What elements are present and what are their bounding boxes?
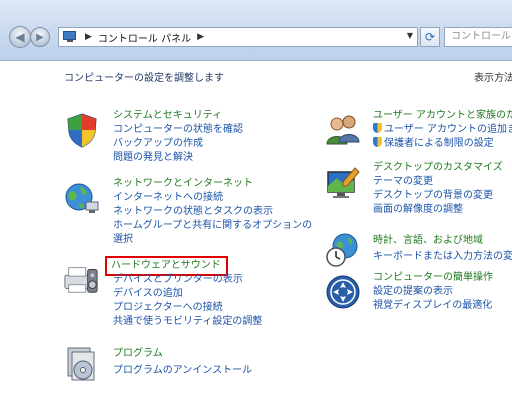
link-optimize-visual-display[interactable]: 視覚ディスプレイの最適化 — [373, 299, 493, 313]
link-suggested-settings[interactable]: 設定の提案の表示 — [373, 285, 493, 299]
monitor-customize-icon — [327, 167, 360, 198]
link-connect-projector[interactable]: プロジェクターへの接続 — [113, 301, 262, 315]
category-hardware-sound: ハードウェアとサウンド デバイスとプリンターの表示 デバイスの追加 プロジェクタ… — [105, 256, 262, 329]
forward-arrow-icon: ▶ — [36, 31, 44, 43]
link-find-fix-problems[interactable]: 問題の発見と解決 — [113, 151, 243, 165]
link-check-computer-status[interactable]: コンピューターの状態を確認 — [113, 123, 243, 137]
link-devices-printers[interactable]: デバイスとプリンターの表示 — [113, 273, 262, 287]
uac-shield-icon — [373, 137, 382, 147]
link-create-backup[interactable]: バックアップの作成 — [113, 137, 243, 151]
page-title: コンピューターの設定を調整します — [64, 73, 224, 84]
clock-globe-icon — [326, 233, 358, 267]
category-title-ease-of-access[interactable]: コンピューターの簡単操作 — [373, 271, 493, 285]
link-adjust-resolution[interactable]: 画面の解像度の調整 — [373, 203, 503, 217]
link-homegroup-sharing[interactable]: ホームグループと共有に関するオプションの選択 — [113, 219, 313, 247]
category-ease-of-access: コンピューターの簡単操作 設定の提案の表示 視覚ディスプレイの最適化 — [373, 271, 493, 313]
link-change-keyboard-input[interactable]: キーボードまたは入力方法の変更 — [373, 250, 512, 264]
programs-disc-icon — [67, 347, 95, 381]
refresh-button[interactable]: ⟳ — [420, 27, 440, 47]
category-network-internet: ネットワークとインターネット インターネットへの接続 ネットワークの状態とタスク… — [113, 177, 313, 247]
link-parental-controls[interactable]: 保護者による制限の設定 — [373, 137, 512, 151]
breadcrumb-arrow-icon[interactable]: ▶ — [85, 32, 92, 42]
user-accounts-icon — [326, 115, 360, 145]
back-button[interactable]: ◀ — [9, 26, 31, 48]
address-toolbar: ◀ ▶ ▶ コントロール パネル ▶ ▼ ⟳ コントロール — [0, 0, 512, 61]
view-by-label[interactable]: 表示方法 — [474, 69, 512, 84]
address-bar[interactable]: ▶ コントロール パネル ▶ ▼ — [58, 27, 418, 47]
category-title-system-security[interactable]: システムとセキュリティ — [113, 109, 243, 123]
chevron-down-icon[interactable]: ▼ — [407, 31, 413, 40]
category-title-programs[interactable]: プログラム — [113, 347, 252, 361]
category-system-security: システムとセキュリティ コンピューターの状態を確認 バックアップの作成 問題の発… — [113, 109, 243, 165]
link-change-theme[interactable]: テーマの変更 — [373, 175, 503, 189]
link-change-desktop-background[interactable]: デスクトップの背景の変更 — [373, 189, 503, 203]
category-user-accounts: ユーザー アカウントと家族のた ユーザー アカウントの追加ま 保護者による制限の… — [373, 109, 512, 151]
uac-shield-icon — [373, 123, 382, 133]
search-input[interactable]: コントロール — [444, 27, 512, 47]
back-arrow-icon: ◀ — [15, 30, 25, 44]
ease-of-access-icon — [326, 275, 360, 309]
category-appearance: デスクトップのカスタマイズ テーマの変更 デスクトップの背景の変更 画面の解像度… — [373, 161, 503, 217]
category-clock-language-region: 時計、言語、および地域 キーボードまたは入力方法の変更 — [373, 234, 512, 264]
link-connect-internet[interactable]: インターネットへの接続 — [113, 191, 313, 205]
printer-speaker-icon — [64, 267, 98, 293]
link-mobility-settings[interactable]: 共通で使うモビリティ設定の調整 — [113, 315, 262, 329]
category-title-network-internet[interactable]: ネットワークとインターネット — [113, 177, 313, 191]
category-title-clock-language-region[interactable]: 時計、言語、および地域 — [373, 234, 512, 248]
network-globe-icon — [65, 183, 99, 213]
link-network-status-tasks[interactable]: ネットワークの状態とタスクの表示 — [113, 205, 313, 219]
link-add-user-account-label: ユーザー アカウントの追加ま — [384, 124, 512, 135]
category-title-appearance[interactable]: デスクトップのカスタマイズ — [373, 161, 503, 175]
link-add-user-account[interactable]: ユーザー アカウントの追加ま — [373, 123, 512, 137]
breadcrumb-control-panel[interactable]: コントロール パネル — [98, 30, 191, 45]
refresh-icon: ⟳ — [424, 30, 436, 44]
breadcrumb-arrow-icon[interactable]: ▶ — [197, 32, 204, 42]
category-title-hardware-sound[interactable]: ハードウェアとサウンド — [105, 256, 228, 276]
forward-button[interactable]: ▶ — [30, 27, 50, 47]
control-panel-icon — [63, 31, 79, 43]
link-add-device[interactable]: デバイスの追加 — [113, 287, 262, 301]
category-title-user-accounts[interactable]: ユーザー アカウントと家族のた — [373, 109, 512, 123]
category-programs: プログラム プログラムのアンインストール — [113, 347, 252, 378]
shield-icon — [67, 113, 97, 148]
link-uninstall-program[interactable]: プログラムのアンインストール — [113, 364, 252, 378]
link-parental-controls-label: 保護者による制限の設定 — [384, 138, 494, 149]
